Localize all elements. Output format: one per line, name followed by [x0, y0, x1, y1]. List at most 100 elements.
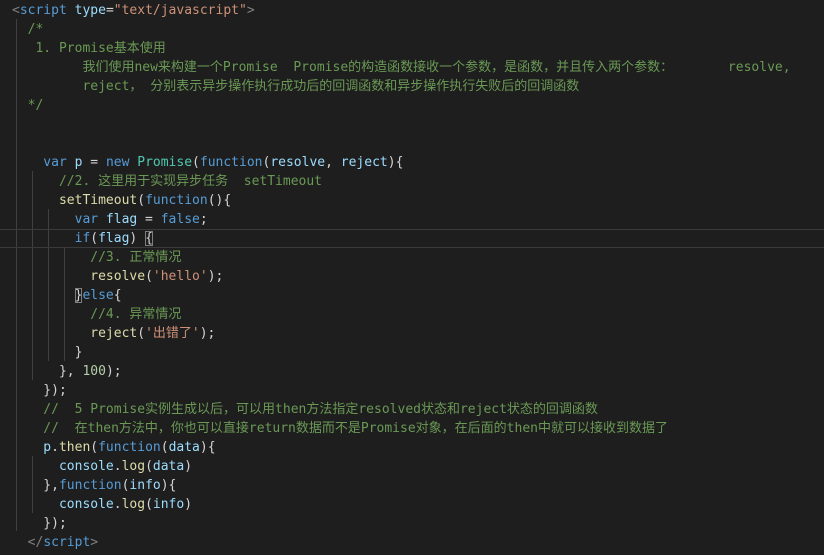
code-line[interactable]: resolve('hello');	[0, 267, 824, 286]
code-token: (	[145, 497, 153, 512]
code-line[interactable]: </script>	[0, 533, 824, 552]
code-line[interactable]: <script type="text/javascript">	[0, 1, 824, 20]
code-token: var	[12, 155, 67, 170]
code-line[interactable]: }else{	[0, 286, 824, 305]
code-token: <	[12, 3, 20, 18]
code-token: reject	[340, 155, 388, 170]
code-line[interactable]: // 在then方法中，你也可以直接return数据而不是Promise对象，在…	[0, 419, 824, 438]
code-token: 我们使用new来构建一个Promise Promise的构造函数接收一个参数，是…	[12, 60, 791, 75]
code-token: (	[137, 193, 146, 208]
code-token: Promise	[137, 155, 193, 170]
code-token: var	[12, 212, 99, 227]
code-token: )	[184, 497, 193, 512]
code-token: });	[12, 516, 67, 531]
code-token: .	[51, 440, 59, 455]
code-line[interactable]: console.log(data)	[0, 457, 824, 476]
code-token: resolve	[270, 155, 326, 170]
code-line[interactable]: 我们使用new来构建一个Promise Promise的构造函数接收一个参数，是…	[0, 58, 824, 77]
code-line[interactable]: console.log(info)	[0, 495, 824, 514]
code-line[interactable]: /*	[0, 20, 824, 39]
code-line[interactable]: });	[0, 381, 824, 400]
code-token: reject， 分别表示异步操作执行成功后的回调函数和异步操作执行失败后的回调函…	[12, 79, 580, 94]
code-token: function	[145, 193, 208, 208]
code-token: '出错了'	[145, 326, 200, 341]
code-token: // 5 Promise实例生成以后，可以用then方法指定resolved状态…	[12, 402, 598, 417]
code-line[interactable]: }, 100);	[0, 362, 824, 381]
code-token: >	[90, 535, 99, 550]
code-token: });	[12, 383, 67, 398]
code-token: resolve	[12, 269, 146, 284]
code-line[interactable]	[0, 134, 824, 153]
code-line[interactable]: //3. 正常情况	[0, 248, 824, 267]
code-token: .	[113, 497, 122, 512]
code-token: p	[12, 440, 52, 455]
code-token: =	[137, 212, 161, 227]
code-token: (	[90, 231, 99, 246]
code-token: (	[90, 440, 99, 455]
code-line[interactable]: if(flag) {	[0, 229, 824, 248]
code-token: function	[98, 440, 161, 455]
code-token: "text/javascript"	[113, 3, 247, 18]
code-token: new	[105, 155, 130, 170]
code-token: =	[82, 155, 106, 170]
code-token: log	[121, 459, 146, 474]
code-token: flag	[105, 212, 138, 227]
code-token: //4. 异常情况	[12, 307, 182, 322]
code-token: setTimeout	[12, 193, 138, 208]
code-line[interactable]	[0, 115, 824, 134]
code-token: </	[12, 535, 44, 550]
code-line[interactable]: */	[0, 96, 824, 115]
code-line[interactable]: setTimeout(function(){	[0, 191, 824, 210]
code-token: (	[192, 155, 200, 170]
code-token: >	[246, 3, 255, 18]
code-line[interactable]: var flag = false;	[0, 210, 824, 229]
code-line[interactable]: //2. 这里用于实现异步任务 setTimeout	[0, 172, 824, 191]
code-token: // 在then方法中，你也可以直接return数据而不是Promise对象，在…	[12, 421, 668, 436]
code-token: (	[145, 459, 153, 474]
code-token: function	[58, 478, 122, 493]
code-token: );	[207, 269, 224, 284]
code-token: (	[145, 269, 153, 284]
code-token: },	[12, 364, 83, 379]
code-line[interactable]: // 5 Promise实例生成以后，可以用then方法指定resolved状态…	[0, 400, 824, 419]
code-line[interactable]: reject， 分别表示异步操作执行成功后的回调函数和异步操作执行失败后的回调函…	[0, 77, 824, 96]
code-editor[interactable]: <script type="text/javascript"> /* 1. Pr…	[0, 0, 824, 555]
code-token: 'hello'	[152, 269, 208, 284]
code-token: }	[12, 345, 83, 360]
code-token: ){	[160, 478, 177, 493]
code-token: info	[129, 478, 161, 493]
code-token: data	[152, 459, 185, 474]
code-token: },	[12, 478, 59, 493]
code-token: //3. 正常情况	[12, 250, 182, 265]
code-token: info	[152, 497, 185, 512]
code-token: else	[82, 288, 114, 303]
code-token: then	[58, 440, 91, 455]
code-token: type	[74, 3, 106, 18]
code-token: (	[160, 440, 169, 455]
code-token: flag	[98, 231, 130, 246]
code-token: console	[12, 459, 114, 474]
code-line[interactable]: reject('出错了');	[0, 324, 824, 343]
code-token: .	[113, 459, 122, 474]
code-token: if	[12, 231, 91, 246]
code-line[interactable]: var p = new Promise(function(resolve, re…	[0, 153, 824, 172]
code-token: {	[113, 288, 122, 303]
code-token: /*	[12, 22, 44, 37]
code-token: ;	[199, 212, 208, 227]
code-line[interactable]: });	[0, 514, 824, 533]
code-line[interactable]: p.then(function(data){	[0, 438, 824, 457]
code-token: ){	[387, 155, 404, 170]
code-token: false	[160, 212, 200, 227]
code-line[interactable]: },function(info){	[0, 476, 824, 495]
code-line[interactable]: 1. Promise基本使用	[0, 39, 824, 58]
code-token: reject	[12, 326, 138, 341]
code-token: ,	[325, 155, 341, 170]
code-token: =	[105, 3, 114, 18]
code-line[interactable]: //4. 异常情况	[0, 305, 824, 324]
code-token: function	[199, 155, 263, 170]
code-line[interactable]: }	[0, 343, 824, 362]
